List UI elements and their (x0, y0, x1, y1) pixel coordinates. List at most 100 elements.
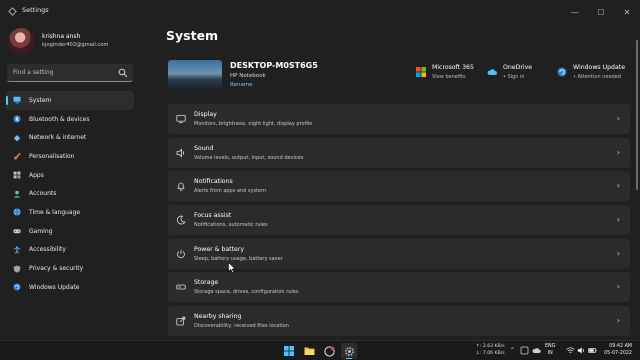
scrollbar[interactable] (636, 40, 638, 190)
language-indicator[interactable]: ENG IN (545, 344, 555, 357)
power-icon (177, 249, 185, 258)
quick-link-title: Windows Update (573, 64, 625, 71)
sidebar-item-accounts[interactable]: Accounts (6, 184, 134, 203)
share-icon (176, 316, 186, 326)
taskbar-recorder[interactable] (321, 343, 337, 359)
settings-card-storage[interactable]: Storage Storage space, drives, configura… (168, 272, 630, 303)
quick-link-onedrive[interactable]: OneDrive • Sign in (487, 64, 532, 80)
card-title: Nearby sharing (194, 313, 242, 321)
sidebar-item-bluetooth[interactable]: Bluetooth & devices (6, 110, 134, 129)
taskbar-file-explorer[interactable] (301, 343, 317, 359)
tray-overflow-chevron-icon[interactable]: ^ (510, 347, 515, 354)
rename-link[interactable]: Rename (230, 82, 253, 88)
accessibility-icon (13, 246, 21, 254)
taskbar: ↑: 2.63 KB/s ↓: 7.06 KB/s ^ ENG IN 09:42… (0, 340, 640, 360)
gamepad-icon (13, 227, 21, 235)
recorder-icon (323, 345, 335, 357)
card-subtitle: Discoverability, received files location (194, 323, 289, 330)
settings-card-display[interactable]: Display Monitors, brightness, night ligh… (168, 104, 630, 134)
upload-speed: ↑: 2.63 KB/s (476, 344, 505, 349)
sidebar-item-apps[interactable]: Apps (6, 166, 134, 185)
minimize-button[interactable]: — (562, 0, 588, 24)
wifi-icon[interactable] (566, 346, 575, 355)
region-code: IN (547, 350, 553, 356)
card-title: Power & battery (194, 245, 245, 253)
tray-cloud-icon[interactable] (532, 346, 541, 355)
card-title: Display (194, 111, 217, 118)
user-name: krishna ansh (42, 33, 81, 40)
sidebar-item-label: Bluetooth & devices (29, 115, 90, 123)
settings-card-focus-assist[interactable]: Focus assist Notifications, automatic ru… (168, 205, 630, 236)
clock-date: 05-07-2022 (604, 350, 632, 356)
sidebar-item-label: Personalisation (29, 152, 75, 160)
window-title: Settings (22, 6, 49, 14)
search-placeholder: Find a setting (13, 69, 54, 76)
card-title: Focus assist (194, 212, 232, 220)
sidebar-item-label: Apps (29, 171, 44, 179)
sidebar-item-label: Network & internet (29, 134, 87, 142)
shield-icon (13, 265, 21, 273)
chevron-right-icon: › (616, 147, 620, 157)
tray-app-icon[interactable] (520, 346, 529, 355)
sidebar-item-network[interactable]: Network & internet (6, 128, 134, 147)
close-button[interactable]: ✕ (614, 0, 640, 24)
speaker-icon (176, 148, 184, 158)
quick-link-title: Microsoft 365 (432, 64, 474, 71)
settings-card-power-battery[interactable]: Power & battery Sleep, battery usage, ba… (168, 238, 630, 269)
sidebar-item-time-language[interactable]: Time & language (6, 203, 134, 222)
start-button[interactable] (281, 343, 297, 359)
storage-icon (176, 285, 186, 290)
settings-app-icon (8, 7, 17, 16)
chevron-right-icon: › (616, 215, 620, 225)
settings-card-sound[interactable]: Sound Volume levels, output, input, soun… (168, 137, 630, 168)
sidebar-item-accessibility[interactable]: Accessibility (6, 241, 134, 260)
network-speed-meter: ↑: 2.63 KB/s ↓: 7.06 KB/s (476, 344, 505, 357)
quick-link-subtitle: • Sign in (503, 74, 525, 80)
taskbar-settings[interactable] (341, 343, 357, 359)
sidebar-item-windows-update[interactable]: Windows Update (6, 278, 134, 297)
mouse-cursor-icon (228, 262, 236, 274)
taskbar-apps (281, 343, 361, 359)
system-clock[interactable]: 09:42 AM 05-07-2022 (598, 344, 632, 357)
settings-card-notifications[interactable]: Notifications Alerts from apps and syste… (168, 171, 630, 202)
volume-icon[interactable] (577, 346, 586, 355)
monitor-icon (13, 96, 21, 104)
gear-icon (344, 346, 354, 356)
sidebar-item-personalisation[interactable]: Personalisation (6, 147, 134, 166)
card-subtitle: Sleep, battery usage, battery saver (194, 255, 283, 262)
wifi-icon (13, 134, 21, 142)
card-subtitle: Monitors, brightness, night light, displ… (194, 121, 313, 127)
settings-window: Settings — ☐ ✕ krishna ansh kjoginder402… (0, 0, 640, 340)
card-title: Storage (194, 279, 219, 287)
sidebar-item-label: Accessibility (29, 246, 66, 254)
chevron-right-icon: › (616, 114, 620, 123)
card-subtitle: Alerts from apps and system (194, 188, 266, 195)
microsoft-logo-icon (416, 67, 426, 77)
user-email: kjoginder402@gmail.com (42, 42, 109, 48)
settings-list: Display Monitors, brightness, night ligh… (168, 104, 630, 340)
sidebar-item-gaming[interactable]: Gaming (6, 222, 134, 241)
card-subtitle: Storage space, drives, configuration rul… (194, 289, 299, 296)
quick-link-microsoft-365[interactable]: Microsoft 365 View benefits (416, 64, 474, 80)
quick-link-windows-update[interactable]: Windows Update • Attention needed (557, 64, 625, 80)
window-controls: — ☐ ✕ (562, 0, 640, 24)
quick-link-subtitle: • Attention needed (573, 74, 621, 80)
sidebar-item-system[interactable]: System (6, 91, 134, 110)
battery-icon[interactable] (588, 346, 597, 355)
maximize-button[interactable]: ☐ (588, 0, 614, 24)
avatar[interactable] (8, 28, 35, 55)
person-icon (13, 190, 21, 198)
user-profile[interactable]: krishna ansh kjoginder402@gmail.com (8, 28, 158, 58)
settings-card-nearby-sharing[interactable]: Nearby sharing Discoverability, received… (168, 306, 630, 337)
language-code: ENG (545, 344, 556, 349)
sidebar-item-privacy-security[interactable]: Privacy & security (6, 259, 134, 278)
card-subtitle: Volume levels, output, input, sound devi… (194, 154, 304, 161)
search-icon[interactable] (118, 68, 128, 78)
card-title: Sound (194, 144, 214, 152)
brush-icon (13, 152, 21, 160)
globe-icon (13, 208, 21, 217)
page-title: System (166, 28, 219, 43)
update-icon (557, 67, 567, 77)
sidebar-item-label: Privacy & security (29, 265, 84, 273)
search-input[interactable]: Find a setting (7, 64, 133, 82)
